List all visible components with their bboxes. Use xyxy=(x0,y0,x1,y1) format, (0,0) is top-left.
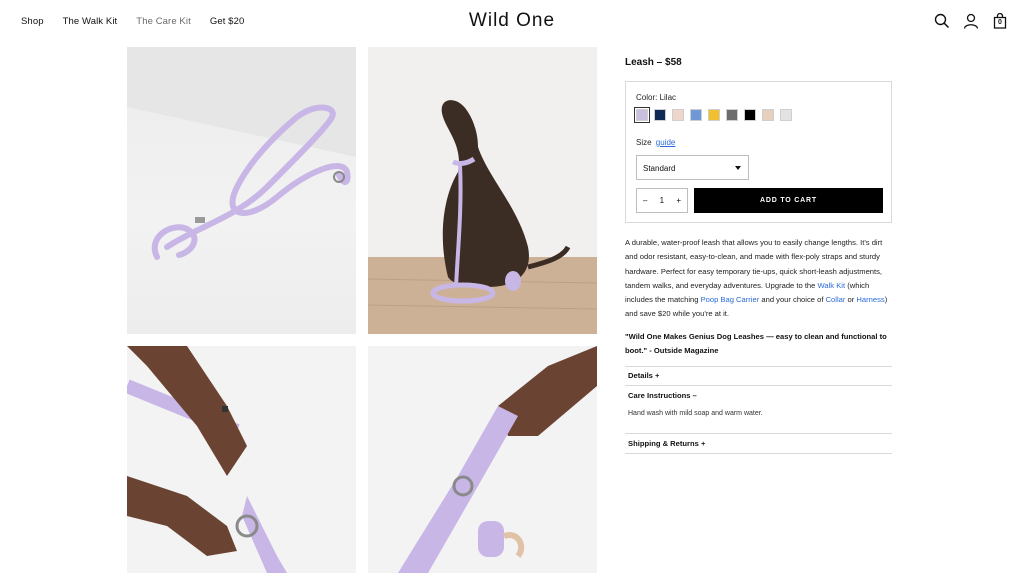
color-swatch[interactable] xyxy=(780,109,792,121)
header-icons: 0 xyxy=(934,12,1008,29)
product-image-hands-clipping[interactable] xyxy=(127,346,356,573)
color-swatches xyxy=(634,107,792,123)
color-swatch[interactable] xyxy=(634,107,650,123)
details-accordion[interactable]: Details + xyxy=(628,371,659,380)
add-to-cart-button[interactable]: ADD TO CART xyxy=(694,188,883,213)
size-guide-link[interactable]: guide xyxy=(656,138,676,147)
description-text: and your choice of xyxy=(761,295,824,305)
color-swatch[interactable] xyxy=(690,109,702,121)
chevron-down-icon xyxy=(735,166,741,170)
purchase-panel: Color: Lilac Size guide Standard – 1 + A… xyxy=(625,81,892,223)
poop-bag-link[interactable]: Poop Bag Carrier xyxy=(701,295,760,304)
shipping-accordion[interactable]: Shipping & Returns + xyxy=(628,439,705,448)
size-label-text: Size xyxy=(636,138,652,147)
color-swatch[interactable] xyxy=(654,109,666,121)
product-image-dog-sitting[interactable] xyxy=(368,47,597,334)
color-swatch[interactable] xyxy=(744,109,756,121)
color-swatch[interactable] xyxy=(672,109,684,121)
site-header: Shop The Walk Kit The Care Kit Get $20 W… xyxy=(0,0,1024,46)
walk-kit-link[interactable]: Walk Kit xyxy=(818,281,846,290)
harness-link[interactable]: Harness xyxy=(856,295,884,304)
divider xyxy=(625,433,892,434)
color-swatch[interactable] xyxy=(708,109,720,121)
product-description: A durable, water-proof leash that allows… xyxy=(625,236,895,322)
color-swatch[interactable] xyxy=(726,109,738,121)
search-icon[interactable] xyxy=(934,13,950,29)
color-swatch[interactable] xyxy=(762,109,774,121)
color-label: Color: Lilac xyxy=(636,93,677,102)
care-accordion[interactable]: Care Instructions – xyxy=(628,391,697,400)
quantity-stepper: – 1 + xyxy=(636,188,688,213)
qty-minus-button[interactable]: – xyxy=(643,196,647,205)
collar-link[interactable]: Collar xyxy=(826,295,846,304)
care-instructions-text: Hand wash with mild soap and warm water. xyxy=(628,410,763,417)
product-title: Leash – $58 xyxy=(625,57,682,68)
product-image-leash-coiled[interactable] xyxy=(127,47,356,334)
cart-icon[interactable]: 0 xyxy=(992,12,1008,29)
size-select[interactable]: Standard xyxy=(636,155,749,180)
qty-plus-button[interactable]: + xyxy=(676,196,681,205)
press-quote: "Wild One Makes Genius Dog Leashes — eas… xyxy=(625,332,887,356)
brand-logo[interactable]: Wild One xyxy=(0,10,1024,32)
divider xyxy=(625,385,892,386)
cart-count: 0 xyxy=(998,19,1002,26)
size-select-value: Standard xyxy=(643,164,676,173)
account-icon[interactable] xyxy=(963,13,979,29)
qty-value[interactable]: 1 xyxy=(660,196,664,205)
product-image-hands-holding[interactable] xyxy=(368,346,597,573)
divider xyxy=(625,366,892,367)
description-text: or xyxy=(847,295,855,305)
size-label: Size guide xyxy=(636,138,675,147)
divider xyxy=(625,453,892,454)
